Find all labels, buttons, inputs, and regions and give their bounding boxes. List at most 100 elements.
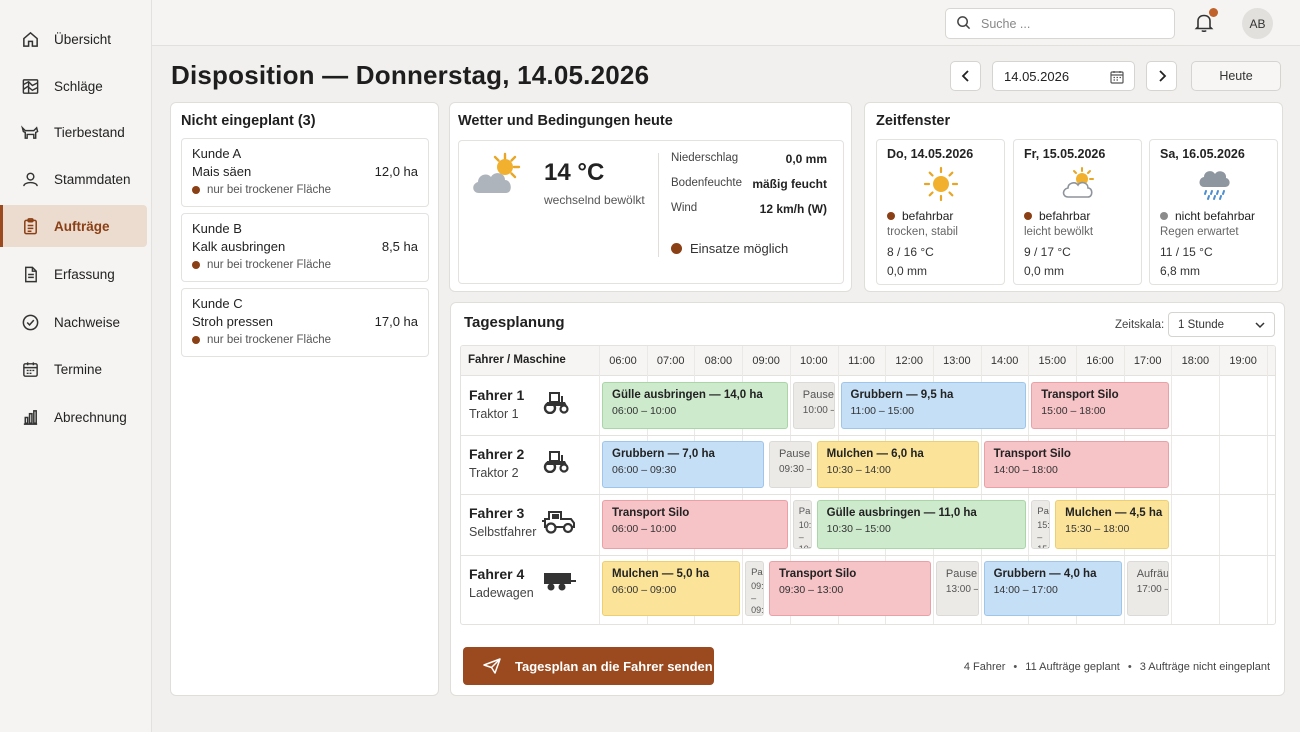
- sidebar-item-erfassung[interactable]: Erfassung: [0, 253, 147, 295]
- scale-value: 1 Stunde: [1178, 318, 1225, 331]
- block-time: 10:30 – 15:00: [826, 523, 891, 535]
- day-card[interactable]: Fr, 15.05.2026 befahrbar leicht bewölkt …: [1013, 139, 1142, 285]
- tractor-icon: [541, 390, 571, 417]
- schedule-block[interactable]: Pause 09:30 – 10:30: [768, 441, 812, 488]
- schedule-block[interactable]: Transport Silo 06:00 – 10:00: [602, 500, 788, 549]
- day-description: Regen erwartet: [1160, 226, 1239, 238]
- hour-label: 09:00: [752, 355, 780, 367]
- day-rain: 0,0 mm: [887, 264, 928, 278]
- unplanned-card: Nicht eingeplant (3) Kunde A Mais säen 1…: [170, 102, 439, 696]
- day-rain: 0,0 mm: [1024, 264, 1065, 278]
- separator-dot: •: [1013, 661, 1018, 673]
- schedule-block[interactable]: Pause 13:00 – 14:00: [935, 561, 979, 616]
- weather-label: Bodenfeuchte: [671, 177, 742, 189]
- sidebar-item-schlaege[interactable]: Schläge: [0, 65, 147, 107]
- row-divider: [461, 435, 1275, 436]
- sidebar-item-nachweise[interactable]: Nachweise: [0, 301, 147, 343]
- grid-line: [1266, 346, 1268, 624]
- calendar-icon[interactable]: [1110, 70, 1124, 87]
- day-status: nicht befahrbar: [1160, 209, 1255, 223]
- sidebar-item-termine[interactable]: Termine: [0, 348, 147, 390]
- chevron-left-icon: [961, 70, 969, 82]
- summary-drivers: 4 Fahrer: [963, 661, 1006, 673]
- prev-day-button[interactable]: [950, 61, 981, 91]
- unplanned-item[interactable]: Kunde C Stroh pressen 17,0 ha nur bei tr…: [181, 288, 429, 357]
- day-rain: 6,8 mm: [1160, 264, 1201, 278]
- block-time: 06:00 – 10:00: [612, 405, 677, 417]
- block-title: Pause: [778, 448, 811, 460]
- timewindow-title: Zeitfenster: [876, 113, 951, 129]
- unplanned-item[interactable]: Kunde A Mais säen 12,0 ha nur bei trocke…: [181, 138, 429, 207]
- weather-value: 12 km/h (W): [759, 202, 827, 216]
- machine-name: Traktor 2: [469, 466, 519, 480]
- day-name: Do, 14.05.2026: [887, 147, 974, 161]
- unplanned-customer: Kunde A: [192, 146, 242, 161]
- block-time: 09:30 – 10:30: [778, 464, 811, 475]
- unplanned-task: Stroh pressen: [192, 314, 273, 329]
- schedule-block[interactable]: Pause 09:00 – 09:30: [745, 561, 764, 616]
- block-time: 17:00 – 18:00: [1136, 584, 1169, 595]
- schedule-block[interactable]: Pause 10:00 – 11:00: [792, 382, 836, 429]
- weather-panel: 14 °C wechselnd bewölkt Niederschlag 0,0…: [458, 140, 844, 284]
- weather-value: 0,0 mm: [785, 152, 827, 166]
- sidebar-item-label: Stammdaten: [54, 171, 131, 187]
- block-title: Grubbern — 9,5 ha: [850, 389, 954, 401]
- schedule-block[interactable]: Gülle ausbringen — 11,0 ha 10:30 – 15:00: [816, 500, 1027, 549]
- block-title: Grubbern — 4,0 ha: [993, 568, 1097, 580]
- hour-label: 14:00: [990, 355, 1019, 367]
- unplanned-title: Nicht eingeplant (3): [181, 113, 316, 129]
- block-title: Pause: [798, 506, 811, 517]
- date-input[interactable]: 14.05.2026: [992, 61, 1135, 91]
- sidebar-item-tierbestand[interactable]: Tierbestand: [0, 111, 147, 153]
- operation-status: Einsatze möglich: [671, 241, 788, 256]
- search-icon: [956, 15, 971, 33]
- block-title: Pause: [945, 568, 978, 580]
- status-dot: [1160, 212, 1168, 220]
- schedule-block[interactable]: Transport Silo 14:00 – 18:00: [983, 441, 1170, 488]
- schedule-block[interactable]: Pause 15:00 – 15:30: [1031, 500, 1051, 549]
- schedule-block[interactable]: Grubbern — 7,0 ha 06:00 – 09:30: [602, 441, 764, 488]
- unplanned-item[interactable]: Kunde B Kalk ausbringen 8,5 ha nur bei t…: [181, 213, 429, 282]
- next-day-button[interactable]: [1146, 61, 1177, 91]
- search-input[interactable]: [981, 16, 1161, 31]
- day-card[interactable]: Do, 14.05.2026 befahrbar trocken, stabil…: [876, 139, 1005, 285]
- driver-name: Fahrer 1: [469, 387, 525, 403]
- grid-line: [599, 346, 600, 624]
- schedule-block[interactable]: Transport Silo 15:00 – 18:00: [1031, 382, 1170, 429]
- schedule-block[interactable]: Mulchen — 4,5 ha 15:30 – 18:00: [1055, 500, 1170, 549]
- status-dot: [192, 336, 200, 344]
- unplanned-area: 17,0 ha: [374, 314, 418, 329]
- hour-label: 18:00: [1181, 355, 1210, 367]
- summary-planned: 11 Aufträge geplant: [1025, 661, 1120, 673]
- scale-select[interactable]: 1 Stunde: [1168, 312, 1275, 337]
- day-status: befahrbar: [887, 209, 953, 223]
- block-time: 11:00 – 15:00: [850, 405, 914, 417]
- schedule-block[interactable]: Gülle ausbringen — 14,0 ha 06:00 – 10:00: [602, 382, 788, 429]
- avatar[interactable]: AB: [1242, 8, 1273, 39]
- tractor-icon: [541, 449, 571, 476]
- map-icon: [20, 76, 40, 96]
- hour-label: 13:00: [943, 355, 971, 367]
- schedule-block[interactable]: Grubbern — 4,0 ha 14:00 – 17:00: [983, 561, 1122, 616]
- sidebar-item-auftraege[interactable]: Aufträge: [0, 205, 147, 247]
- schedule-block[interactable]: Transport Silo 09:30 – 13:00: [768, 561, 931, 616]
- today-button[interactable]: Heute: [1191, 61, 1281, 91]
- search-box[interactable]: [945, 8, 1175, 39]
- schedule-block[interactable]: Grubbern — 9,5 ha 11:00 – 15:00: [840, 382, 1027, 429]
- block-title: Aufräumen: [1136, 568, 1170, 580]
- send-icon: [483, 658, 501, 674]
- chevron-right-icon: [1158, 70, 1166, 82]
- block-title: Gülle ausbringen — 11,0 ha: [826, 507, 977, 519]
- sidebar-item-label: Nachweise: [54, 314, 121, 330]
- hour-label: 06:00: [609, 355, 637, 367]
- schedule-block[interactable]: Pause 10:00 – 10:30: [792, 500, 812, 549]
- schedule-block[interactable]: Mulchen — 6,0 ha 10:30 – 14:00: [816, 441, 979, 488]
- send-plan-button[interactable]: Tagesplan an die Fahrer senden: [463, 647, 714, 685]
- notifications-button[interactable]: [1194, 8, 1218, 34]
- sidebar-item-abrechnung[interactable]: Abrechnung: [0, 396, 147, 438]
- sidebar-item-stammdaten[interactable]: Stammdaten: [0, 158, 147, 200]
- sidebar-item-uebersicht[interactable]: Übersicht: [0, 18, 147, 60]
- schedule-block[interactable]: Aufräumen 17:00 – 18:00: [1126, 561, 1170, 616]
- day-card[interactable]: Sa, 16.05.2026 nicht befahrbar Regen erw…: [1149, 139, 1278, 285]
- schedule-block[interactable]: Mulchen — 5,0 ha 06:00 – 09:00: [602, 561, 741, 616]
